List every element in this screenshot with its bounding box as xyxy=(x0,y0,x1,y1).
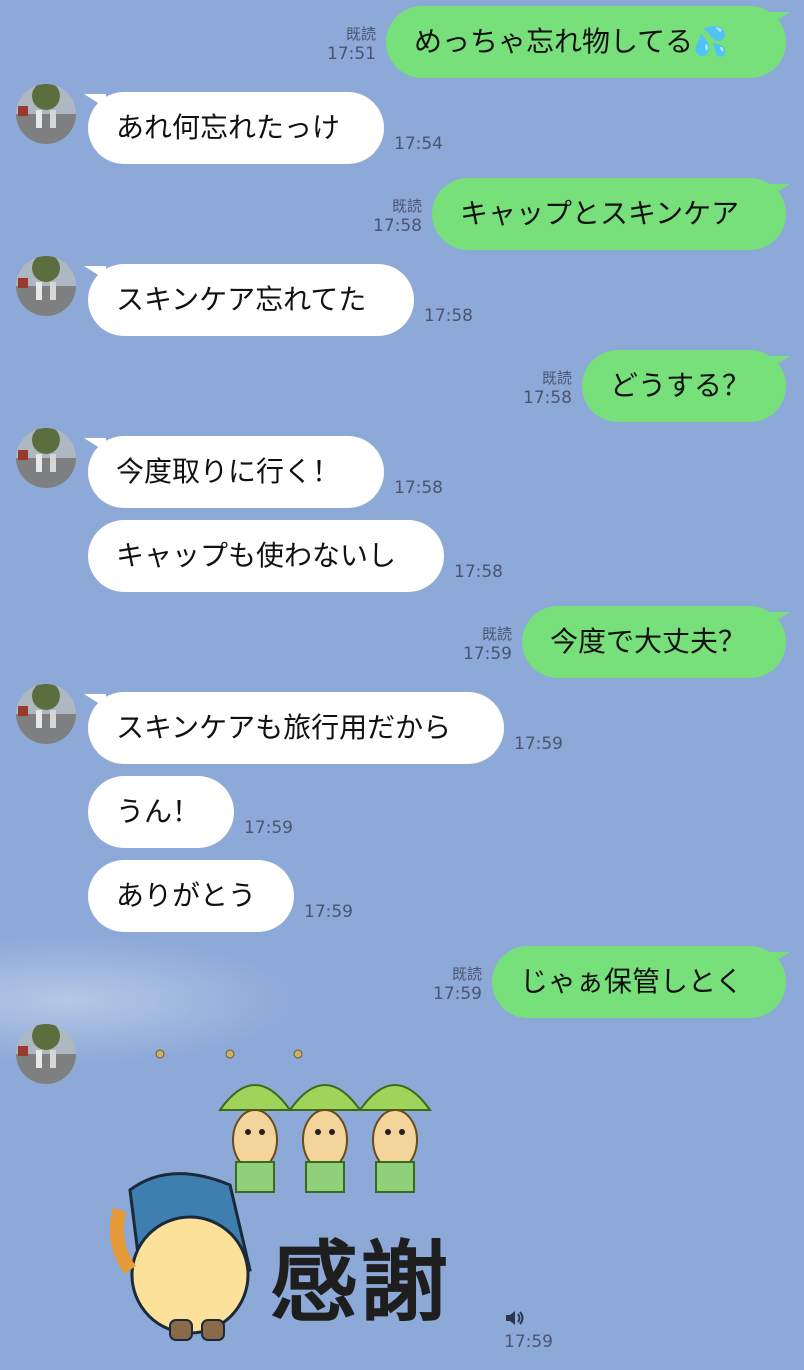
sparkle-icon xyxy=(155,1049,303,1059)
timestamp: 17:59 xyxy=(304,902,353,922)
contact-avatar[interactable] xyxy=(16,428,76,488)
avatar-photo-icon xyxy=(16,1024,76,1084)
avatar-photo-icon xyxy=(16,256,76,316)
bubble-tail xyxy=(768,184,790,198)
message-meta: 既読 17:59 xyxy=(436,624,512,664)
incoming-message-bubble[interactable]: ありがとう xyxy=(88,860,294,932)
outgoing-message-bubble[interactable]: じゃぁ保管しとく xyxy=(492,946,786,1018)
timestamp: 17:58 xyxy=(424,306,473,326)
timestamp: 17:58 xyxy=(523,388,572,408)
outgoing-message-bubble[interactable]: 今度で大丈夫？ xyxy=(522,606,786,678)
timestamp: 17:59 xyxy=(504,1332,553,1352)
bubble-tail xyxy=(768,612,790,626)
timestamp: 17:58 xyxy=(373,216,422,236)
incoming-message-bubble[interactable]: 今度取りに行く！ xyxy=(88,436,384,508)
incoming-message-bubble[interactable]: スキンケア忘れてた xyxy=(88,264,414,336)
timestamp: 17:51 xyxy=(327,44,376,64)
outgoing-message-bubble[interactable]: どうする？ xyxy=(582,350,786,422)
incoming-message-bubble[interactable]: あれ何忘れたっけ xyxy=(88,92,384,164)
avatar-photo-icon xyxy=(16,428,76,488)
read-receipt: 既読 xyxy=(451,965,482,983)
read-receipt: 既読 xyxy=(391,197,422,215)
message-meta: 既読 17:58 xyxy=(496,368,572,408)
bubble-tail xyxy=(768,952,790,966)
outgoing-message-bubble[interactable]: キャップとスキンケア xyxy=(432,178,786,250)
bubble-tail xyxy=(768,356,790,370)
timestamp: 17:54 xyxy=(394,134,443,154)
outgoing-message-bubble[interactable]: めっちゃ忘れ物してる💦 xyxy=(386,6,786,78)
read-receipt: 既読 xyxy=(345,25,376,43)
bowing-character-icon xyxy=(110,1172,252,1341)
read-receipt: 既読 xyxy=(541,369,572,387)
contact-avatar[interactable] xyxy=(16,256,76,316)
read-receipt: 既読 xyxy=(481,625,512,643)
dancer-character-icon xyxy=(218,1084,432,1193)
timestamp: 17:59 xyxy=(433,984,482,1004)
bubble-tail xyxy=(768,12,790,26)
speaker-icon[interactable] xyxy=(504,1308,526,1328)
timestamp: 17:59 xyxy=(244,818,293,838)
contact-avatar[interactable] xyxy=(16,684,76,744)
sticker-caption: 感謝 xyxy=(270,1230,451,1334)
contact-avatar[interactable] xyxy=(16,1024,76,1084)
incoming-message-bubble[interactable]: うん！ xyxy=(88,776,234,848)
message-meta: 既読 17:58 xyxy=(346,196,422,236)
contact-avatar[interactable] xyxy=(16,84,76,144)
avatar-photo-icon xyxy=(16,684,76,744)
timestamp: 17:58 xyxy=(394,478,443,498)
message-meta: 既読 17:51 xyxy=(300,24,376,64)
timestamp: 17:58 xyxy=(454,562,503,582)
timestamp: 17:59 xyxy=(463,644,512,664)
incoming-message-bubble[interactable]: キャップも使わないし xyxy=(88,520,444,592)
timestamp: 17:59 xyxy=(514,734,563,754)
avatar-photo-icon xyxy=(16,84,76,144)
message-meta: 既読 17:59 xyxy=(406,964,482,1004)
incoming-message-bubble[interactable]: スキンケアも旅行用だから xyxy=(88,692,504,764)
